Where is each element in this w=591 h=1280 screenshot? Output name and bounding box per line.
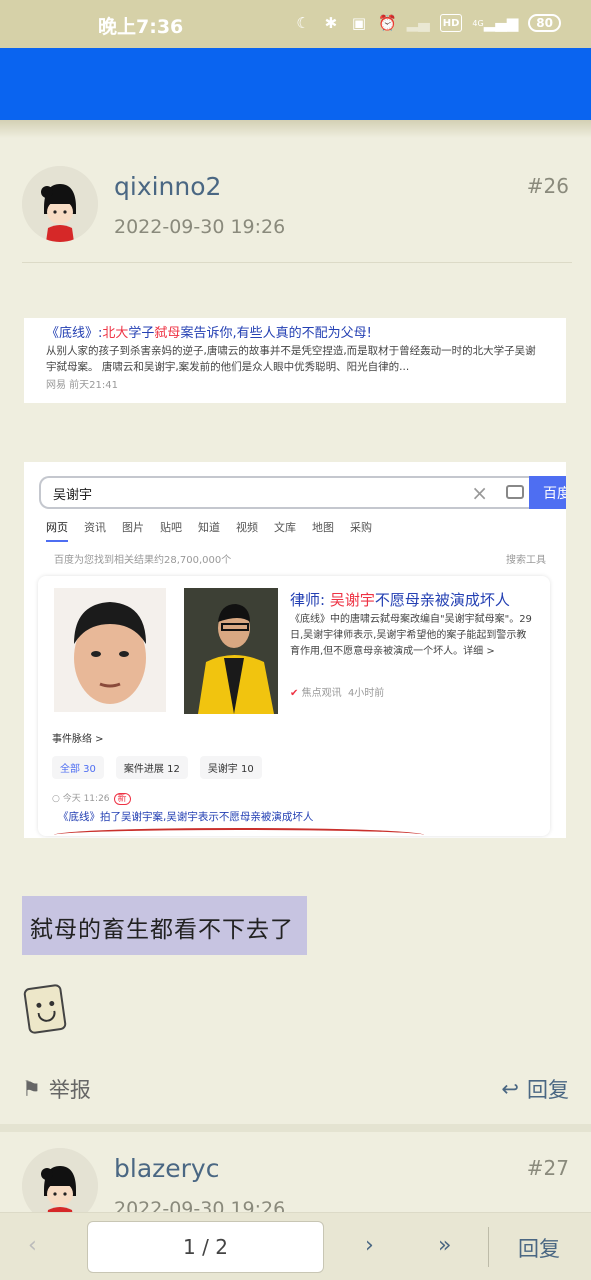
search-tab: 网页	[46, 519, 68, 542]
timeline-link: 《底线》拍了吴谢宇案,吴谢宇表示不愿母亲被演成坏人	[58, 811, 314, 823]
news-source: 网易 前天21:41	[46, 380, 118, 391]
news-title: 《底线》:北大学子弑母案告诉你,有些人真的不配为父母!	[46, 326, 372, 341]
search-tabs: 网页 资讯 图片 贴吧 知道 视频 文库 地图 采购	[46, 519, 388, 542]
avatar-girl-icon	[22, 166, 98, 242]
result-count: 百度为您找到相关结果约28,700,000个	[54, 555, 232, 566]
result-card: 律师: 吴谢宇不愿母亲被演成坏人 《底线》中的唐啸云弑母案改编自"吴谢宇弑母案"…	[38, 576, 550, 836]
page-indicator[interactable]: 1 / 2	[87, 1221, 324, 1273]
card-source: ✔ 焦点观讯 4小时前	[290, 688, 385, 699]
embedded-search-screenshot[interactable]: 吴谢宇 × 百度 网页 资讯 图片 贴吧 知道 视频 文库 地图 采购 百度为您…	[24, 462, 566, 838]
nav-divider	[488, 1227, 489, 1267]
reply-arrow-icon: ↩	[501, 1077, 519, 1101]
post-floor-number: #26	[526, 174, 569, 198]
events-label: 事件脉络 >	[52, 734, 104, 745]
news-body: 从别人家的孩子到杀害亲妈的逆子,唐啸云的故事并不是凭空捏造,而是取材于曾经轰动一…	[46, 345, 536, 373]
signal-icon: 4G ▂▄▆	[472, 14, 519, 32]
search-tab: 视频	[236, 521, 258, 534]
search-tab: 资讯	[84, 521, 106, 534]
search-button: 百度	[529, 476, 566, 509]
vibrate-icon: ▣	[351, 14, 367, 32]
search-tab: 贴吧	[160, 521, 182, 534]
status-time: 晚上7:36	[98, 16, 184, 38]
next-page-icon[interactable]: ›	[365, 1233, 374, 1258]
card-body: 《底线》中的唐啸云弑母案改编自"吴谢宇弑母案"。29日,吴谢宇律师表示,吴谢宇希…	[290, 614, 532, 657]
alarm-icon: ⏰	[377, 14, 397, 32]
bottom-reply-button[interactable]: 回复	[518, 1233, 560, 1263]
post-divider	[22, 262, 572, 263]
post-floor-number: #27	[526, 1156, 569, 1180]
header-shadow	[0, 120, 591, 138]
search-tab: 知道	[198, 521, 220, 534]
status-icons: ☾ ✱ ▣ ⏰ ▂▄ HD 4G ▂▄▆ 80	[294, 14, 561, 32]
search-tab: 文库	[274, 521, 296, 534]
prev-page-icon[interactable]: ‹	[28, 1233, 37, 1258]
card-title: 律师: 吴谢宇不愿母亲被演成坏人	[290, 591, 510, 609]
bottom-pagination-bar: ‹ 1 / 2 › » 回复	[0, 1212, 591, 1280]
post-timestamp: 2022-09-30 19:26	[114, 216, 286, 238]
reply-button[interactable]: ↩ 回复	[501, 1074, 569, 1104]
battery-icon: 80	[528, 14, 561, 32]
event-chip: 全部 30	[52, 756, 104, 779]
event-chips: 全部 30 案件进展 12 吴谢宇 10	[52, 756, 262, 779]
emoticon-icon	[22, 983, 68, 1035]
avatar[interactable]	[22, 166, 98, 242]
bluetooth-icon: ✱	[324, 14, 338, 32]
app-header	[0, 48, 591, 120]
search-tab: 地图	[312, 521, 334, 534]
status-bar: 晚上7:36 ☾ ✱ ▣ ⏰ ▂▄ HD 4G ▂▄▆ 80	[0, 0, 591, 48]
portrait-photo	[54, 588, 166, 712]
timeline-time: ○ 今天 11:26 新	[52, 791, 131, 805]
clear-icon: ×	[471, 481, 488, 505]
last-page-icon[interactable]: »	[438, 1233, 451, 1258]
red-underline-annotation	[54, 828, 424, 838]
post-username[interactable]: blazeryc	[114, 1154, 219, 1183]
post-username[interactable]: qixinno2	[114, 172, 221, 201]
search-query: 吴谢宇	[53, 488, 93, 503]
search-tab: 采购	[350, 521, 372, 534]
post-separator	[0, 1124, 591, 1132]
event-chip: 案件进展 12	[115, 756, 188, 779]
search-box: 吴谢宇 ×	[39, 476, 534, 509]
event-photo	[184, 588, 278, 714]
event-chip: 吴谢宇 10	[199, 756, 262, 779]
camera-icon	[506, 485, 524, 499]
hd-icon: HD	[439, 14, 463, 32]
report-button[interactable]: ⚑ 举报	[22, 1074, 91, 1104]
signal-weak-icon: ▂▄	[406, 14, 430, 32]
search-tab: 图片	[122, 521, 144, 534]
search-tools: 搜索工具	[506, 555, 546, 566]
flag-icon: ⚑	[22, 1077, 41, 1101]
embedded-news-snippet[interactable]: 《底线》:北大学子弑母案告诉你,有些人真的不配为父母! 从别人家的孩子到杀害亲妈…	[24, 318, 566, 403]
source-logo-icon: ✔	[290, 688, 299, 699]
moon-icon: ☾	[296, 14, 310, 32]
caption-image-text: 弑母的畜生都看不下去了	[22, 896, 307, 955]
